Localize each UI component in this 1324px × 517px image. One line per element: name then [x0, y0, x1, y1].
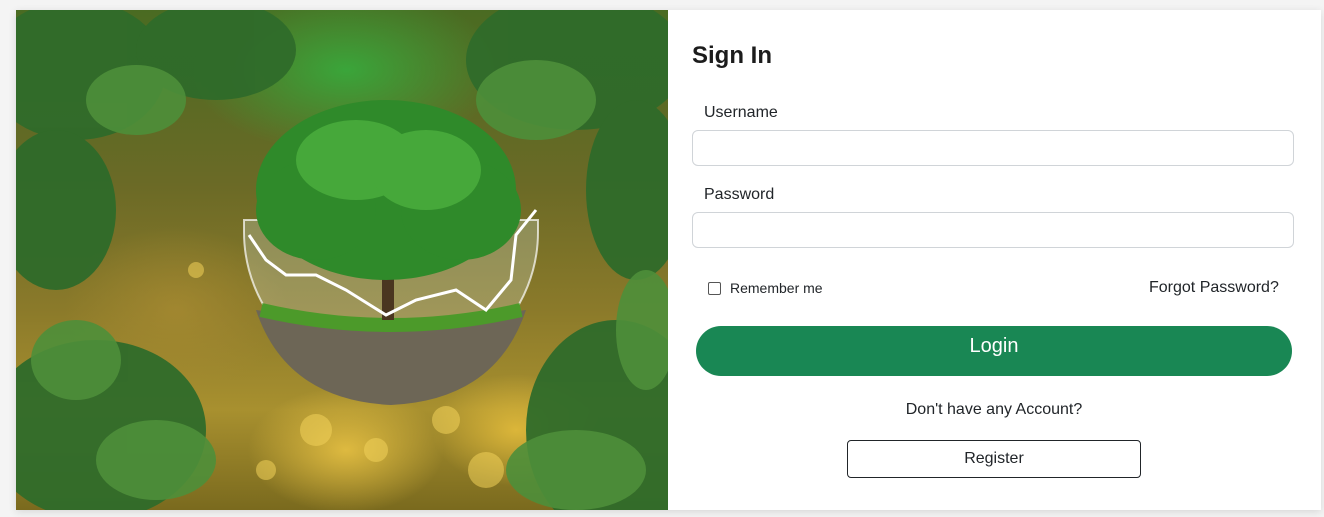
- no-account-text: Don't have any Account?: [905, 401, 1083, 418]
- login-button[interactable]: Login: [696, 326, 1292, 376]
- username-label: Username: [704, 104, 778, 121]
- remember-me[interactable]: Remember me: [708, 280, 823, 296]
- page-title: Sign In: [692, 42, 772, 69]
- password-label: Password: [704, 186, 775, 203]
- password-field[interactable]: [692, 212, 1294, 248]
- remember-label: Remember me: [730, 280, 823, 296]
- remember-checkbox[interactable]: [708, 281, 721, 295]
- hero-image: [16, 10, 668, 510]
- username-field[interactable]: [692, 130, 1294, 166]
- forgot-password-link[interactable]: Forgot Password?: [1149, 279, 1279, 297]
- tree-sphere-illustration: [16, 10, 668, 510]
- signin-form: Sign In Username Password Remember me Fo…: [668, 10, 1321, 510]
- register-button[interactable]: Register: [847, 440, 1141, 478]
- login-card: Sign In Username Password Remember me Fo…: [16, 10, 1321, 510]
